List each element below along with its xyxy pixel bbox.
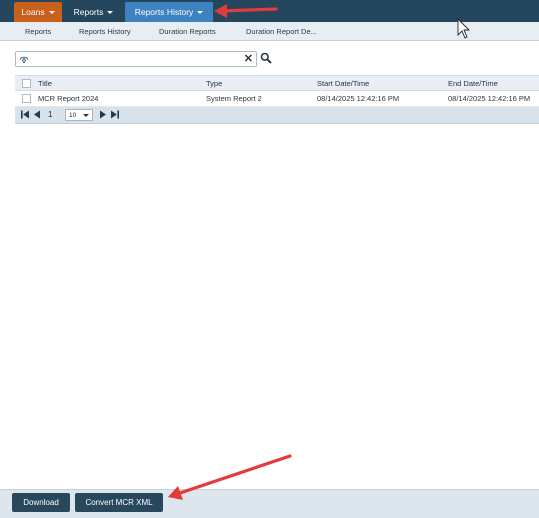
convert-mcr-xml-button[interactable]: Convert MCR XML (75, 493, 163, 512)
tab-loans[interactable]: Loans (14, 2, 62, 22)
last-page-icon[interactable] (110, 110, 119, 119)
search-input[interactable] (32, 53, 240, 65)
subnav-item-duration-report-detail[interactable]: Duration Report De... (246, 27, 317, 36)
chevron-down-icon (83, 114, 89, 117)
tab-reports-label: Reports (73, 7, 104, 17)
chevron-down-icon (197, 10, 204, 14)
first-page-icon[interactable] (21, 110, 30, 119)
row-start-date: 08/14/2025 12:42:16 PM (317, 94, 400, 103)
reports-history-grid: Title Type Start Date/Time End Date/Time… (15, 75, 539, 124)
sub-navigation-bar: Reports Reports History Duration Reports… (0, 22, 539, 41)
chevron-down-icon (107, 10, 114, 14)
tab-reports[interactable]: Reports (66, 2, 121, 22)
chevron-down-icon (48, 10, 55, 14)
clear-icon[interactable]: ✕ (244, 52, 253, 66)
footer-toolbar: Download Convert MCR XML (0, 489, 539, 518)
next-page-icon[interactable] (99, 110, 107, 119)
column-header-title[interactable]: Title (38, 79, 52, 88)
row-end-date: 08/14/2025 12:42:16 PM (448, 94, 531, 103)
column-header-end-date[interactable]: End Date/Time (448, 79, 498, 88)
previous-page-icon[interactable] (33, 110, 41, 119)
tab-reports-history[interactable]: Reports History (125, 2, 213, 22)
search-icon[interactable] (260, 52, 272, 64)
page-size-value: 10 (69, 112, 77, 119)
column-header-type[interactable]: Type (206, 79, 222, 88)
table-row[interactable]: MCR Report 2024 System Report 2 08/14/20… (15, 91, 539, 107)
tab-loans-label: Loans (21, 7, 45, 17)
subnav-item-reports-history[interactable]: Reports History (79, 27, 131, 36)
pager: 1 10 (15, 107, 539, 124)
tab-reports-history-label: Reports History (134, 7, 194, 17)
row-title: MCR Report 2024 (38, 94, 99, 103)
column-header-start-date[interactable]: Start Date/Time (317, 79, 369, 88)
row-type: System Report 2 (206, 94, 262, 103)
current-page-number: 1 (48, 110, 53, 119)
filter-icon[interactable] (19, 55, 29, 64)
grid-header: Title Type Start Date/Time End Date/Time (15, 75, 539, 91)
page-size-select[interactable]: 10 (65, 109, 93, 121)
row-checkbox[interactable] (22, 94, 31, 103)
top-navigation-bar: Loans Reports Reports History (0, 0, 539, 22)
subnav-item-reports[interactable]: Reports (25, 27, 51, 36)
select-all-checkbox[interactable] (22, 79, 31, 88)
search-box: ✕ (15, 51, 257, 67)
download-button[interactable]: Download (12, 493, 70, 512)
subnav-item-duration-reports[interactable]: Duration Reports (159, 27, 216, 36)
